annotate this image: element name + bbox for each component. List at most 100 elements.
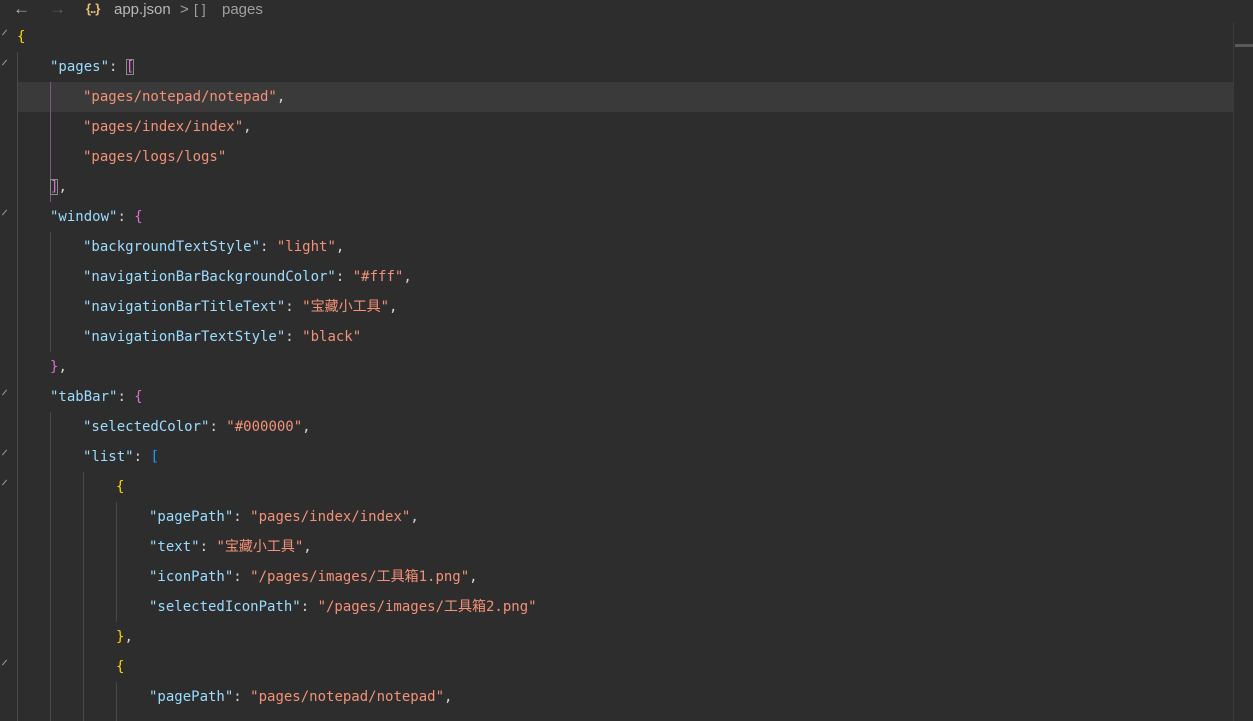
chevron-right-icon: >	[180, 1, 189, 18]
array-icon: [ ]	[194, 1, 206, 17]
code-line: "pagePath": "pages/notepad/notepad",	[149, 682, 452, 712]
code-token: ,	[403, 269, 412, 285]
fold-icon[interactable]	[1, 209, 8, 216]
code-token: :	[117, 209, 135, 225]
code-token: {	[17, 29, 26, 45]
code-token: :	[300, 599, 318, 615]
code-token: "pagePath"	[149, 509, 234, 525]
code-token: "selectedColor"	[83, 419, 210, 435]
indent-guide	[116, 502, 117, 622]
fold-icon[interactable]	[1, 449, 8, 456]
code-line: {	[116, 652, 124, 682]
code-token: "backgroundTextStyle"	[83, 239, 261, 255]
indent-guide	[50, 412, 51, 721]
code-token: :	[199, 539, 217, 555]
code-line: {	[116, 472, 124, 502]
code-token: ,	[302, 419, 311, 435]
code-line: {	[17, 22, 25, 52]
breadcrumb: ← → {..} app.json > [ ] pages	[0, 0, 1253, 22]
code-token: "tabBar"	[50, 389, 118, 405]
code-token: :	[209, 419, 227, 435]
code-line: "window": {	[50, 202, 143, 232]
code-token: "pages/logs/logs"	[83, 149, 227, 165]
code-line: "navigationBarBackgroundColor": "#fff",	[83, 262, 412, 292]
code-token: "pages/index/index"	[83, 119, 244, 135]
code-token: "selectedIconPath"	[149, 599, 301, 615]
code-line: "pagePath": "pages/index/index",	[149, 502, 419, 532]
code-token: "pagePath"	[149, 689, 234, 705]
indent-guide	[83, 472, 84, 721]
code-line: },	[116, 622, 133, 652]
code-token: ,	[58, 179, 67, 195]
code-token: ,	[444, 689, 453, 705]
code-token: :	[335, 269, 353, 285]
code-line: "pages/logs/logs"	[83, 142, 226, 172]
code-line: "navigationBarTitleText": "宝藏小工具",	[83, 292, 397, 322]
code-token: "宝藏小工具"	[216, 539, 304, 555]
code-token: "iconPath"	[149, 569, 234, 585]
code-token: "pages/index/index"	[250, 509, 411, 525]
code-token: "pages/notepad/notepad"	[83, 89, 277, 105]
code-token: "navigationBarTextStyle"	[83, 329, 286, 345]
code-token: ,	[335, 239, 345, 255]
json-file-icon: {..}	[86, 1, 100, 16]
vertical-scrollbar[interactable]	[1233, 22, 1253, 721]
code-token: {	[134, 389, 143, 405]
code-token: ,	[389, 299, 398, 315]
code-token: "#000000"	[226, 419, 303, 435]
code-token: :	[117, 389, 135, 405]
code-line: "selectedColor": "#000000",	[83, 412, 311, 442]
code-token: :	[285, 299, 303, 315]
code-editor[interactable]: { "pages": [ "pages/notepad/notepad", "p…	[17, 22, 1251, 721]
code-token: :	[109, 59, 126, 75]
code-line: "iconPath": "/pages/images/工具箱1.png",	[149, 562, 478, 592]
code-line: "pages": [	[50, 52, 135, 82]
code-line: "list": [	[83, 442, 159, 472]
editor-gutter[interactable]	[0, 22, 17, 721]
code-token: "pages"	[50, 59, 110, 75]
scrollbar-position-marker	[1235, 44, 1253, 47]
fold-icon[interactable]	[1, 29, 8, 36]
code-token: {	[116, 659, 125, 675]
code-token: "text"	[149, 539, 200, 555]
code-line: "tabBar": {	[50, 382, 143, 412]
code-token: :	[233, 509, 251, 525]
code-token: "navigationBarTitleText"	[83, 299, 286, 315]
code-token: :	[233, 689, 251, 705]
fold-icon[interactable]	[1, 659, 8, 666]
code-token: "window"	[50, 209, 118, 225]
code-token: "light"	[276, 239, 336, 255]
code-token: ,	[243, 119, 252, 135]
code-line: "text": "宝藏小工具",	[149, 532, 312, 562]
code-token: [	[150, 449, 159, 465]
indent-guide	[116, 682, 117, 721]
code-line: "navigationBarTextStyle": "black"	[83, 322, 361, 352]
code-token: {	[134, 209, 143, 225]
code-token: ,	[58, 359, 67, 375]
code-token: [	[125, 59, 135, 75]
fold-icon[interactable]	[1, 59, 8, 66]
breadcrumb-node[interactable]: pages	[222, 0, 263, 19]
indent-guide	[17, 52, 18, 721]
fold-icon[interactable]	[1, 479, 8, 486]
code-token: "pages/notepad/notepad"	[250, 689, 445, 705]
code-line: "pages/notepad/notepad",	[83, 82, 285, 112]
code-token: ,	[303, 539, 312, 555]
code-token: :	[260, 239, 277, 255]
code-line: "backgroundTextStyle": "light",	[83, 232, 344, 262]
arrow-left-icon[interactable]: ←	[13, 0, 30, 18]
code-token: :	[133, 449, 151, 465]
code-token: :	[233, 569, 251, 585]
code-line: },	[50, 352, 67, 382]
code-token: "list"	[83, 449, 134, 465]
code-token: "/pages/images/工具箱2.png"	[317, 599, 537, 615]
arrow-right-icon[interactable]: →	[49, 0, 66, 18]
code-line: "selectedIconPath": "/pages/images/工具箱2.…	[149, 592, 537, 622]
code-token: "navigationBarBackgroundColor"	[83, 269, 336, 285]
fold-icon[interactable]	[1, 389, 8, 396]
code-token: ,	[276, 89, 286, 105]
code-token: "#fff"	[352, 269, 404, 285]
code-token: ,	[469, 569, 478, 585]
code-line: "pages/index/index",	[83, 112, 252, 142]
breadcrumb-file[interactable]: app.json	[114, 0, 171, 19]
